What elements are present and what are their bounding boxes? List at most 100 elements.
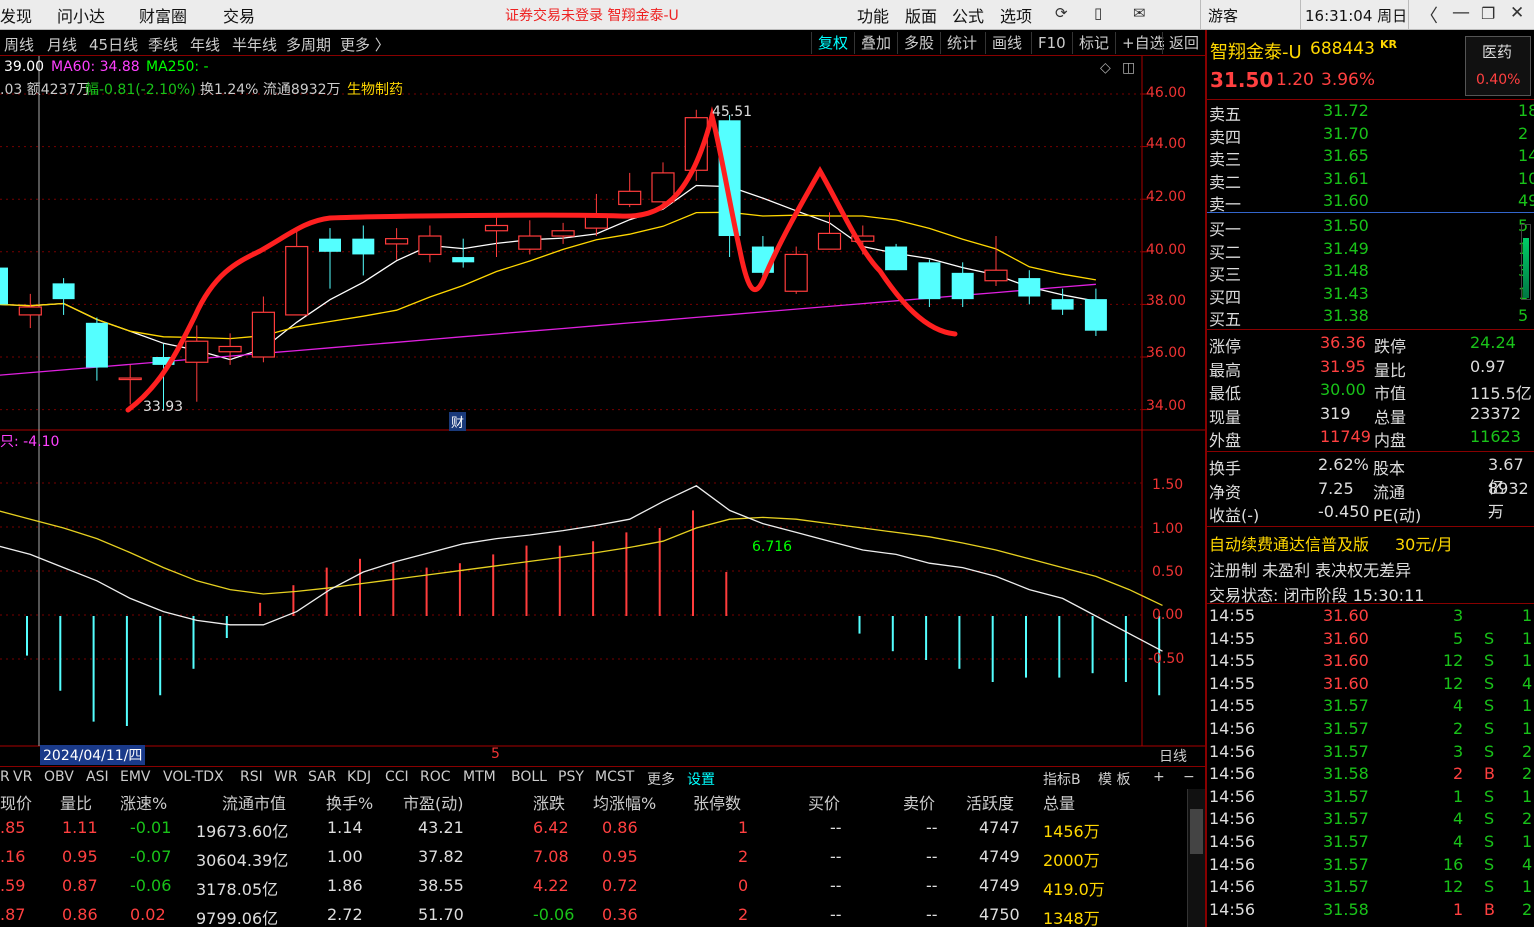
ind-sar[interactable]: SAR <box>308 769 336 785</box>
add-panel-button[interactable]: + <box>1153 769 1165 785</box>
tool-back[interactable]: 返回 <box>1162 32 1205 54</box>
table-header[interactable]: 换手% <box>326 790 373 814</box>
user-label[interactable]: 游客 <box>1208 5 1238 26</box>
menu-discover[interactable]: 发现 <box>0 3 32 27</box>
table-header[interactable]: 活跃度 <box>966 790 1014 814</box>
tool-fuquan[interactable]: 复权 <box>811 32 854 54</box>
remove-panel-button[interactable]: − <box>1183 769 1195 785</box>
ind-roc[interactable]: ROC <box>420 769 451 785</box>
minimize-icon[interactable]: — <box>1452 2 1470 23</box>
ind-settings[interactable]: 设置 <box>687 769 715 789</box>
table-header[interactable]: 总量 <box>1043 790 1075 814</box>
menu-function[interactable]: 功能 <box>857 3 889 27</box>
bid-price[interactable]: 31.43 <box>1323 284 1369 303</box>
refresh-icon[interactable]: ⟳ <box>1055 4 1068 22</box>
period-year[interactable]: 年线 <box>190 34 220 55</box>
sector-box[interactable]: 医药 0.40% <box>1465 36 1531 96</box>
ind-asi[interactable]: ASI <box>86 769 109 785</box>
period-month[interactable]: 月线 <box>47 34 77 55</box>
table-header[interactable]: 卖价 <box>903 790 935 814</box>
table-header[interactable]: 涨跌 <box>533 790 565 814</box>
table-header[interactable]: 均涨幅% <box>593 790 656 814</box>
bid-price[interactable]: 31.49 <box>1323 239 1369 258</box>
tool-f10[interactable]: F10 <box>1031 32 1072 54</box>
ind-boll[interactable]: BOLL <box>511 769 547 785</box>
ask-price[interactable]: 31.60 <box>1323 191 1369 210</box>
tool-draw[interactable]: 画线 <box>985 32 1028 54</box>
tool-multi[interactable]: 多股 <box>897 32 940 54</box>
table-header[interactable]: 涨速% <box>120 790 167 814</box>
tick-count: 1 <box>1522 786 1533 806</box>
ind-rsi[interactable]: RSI <box>240 769 263 785</box>
stat-label: 净资 <box>1209 482 1242 502</box>
menu-formula[interactable]: 公式 <box>952 3 984 27</box>
ask-price[interactable]: 31.61 <box>1323 169 1369 188</box>
ind-vr[interactable]: VR <box>13 769 32 785</box>
ind-vol[interactable]: VOL-TDX <box>163 769 224 785</box>
close-icon[interactable]: ✕ <box>1510 3 1524 23</box>
tick-count: 2 <box>1522 899 1533 919</box>
ind-mcst[interactable]: MCST <box>595 769 634 785</box>
tick-volume: 3 <box>1453 741 1464 761</box>
ask-price[interactable]: 31.70 <box>1323 124 1369 143</box>
period-45day[interactable]: 45日线 <box>89 34 138 55</box>
ask-price[interactable]: 31.65 <box>1323 146 1369 165</box>
template-button[interactable]: 模 板 <box>1098 769 1130 789</box>
period-week[interactable]: 周线 <box>4 34 34 55</box>
menu-options[interactable]: 选项 <box>1000 3 1032 27</box>
tick-side: S <box>1484 809 1495 829</box>
period-halfyear[interactable]: 半年线 <box>232 34 277 55</box>
stat-value: 0.97 <box>1470 356 1506 376</box>
ind-kdj[interactable]: KDJ <box>347 769 371 785</box>
stat-label: 最高 <box>1209 360 1242 380</box>
period-quarter[interactable]: 季线 <box>148 34 178 55</box>
table-header[interactable]: 量比 <box>60 790 92 814</box>
phone-icon[interactable]: ▯ <box>1094 4 1102 22</box>
ind-r[interactable]: R <box>0 769 10 785</box>
bid-price[interactable]: 31.38 <box>1323 306 1369 325</box>
bid-price[interactable]: 31.48 <box>1323 261 1369 280</box>
table-header[interactable]: 现价 <box>0 790 32 814</box>
ind-mtm[interactable]: MTM <box>463 769 496 785</box>
table-cell: 2.72 <box>327 905 363 924</box>
back-icon[interactable]: 〈 <box>1420 2 1438 28</box>
menu-wenxiaoda[interactable]: 问小达 <box>57 3 105 27</box>
price-tick: 40.00 <box>1146 242 1187 258</box>
tool-stats[interactable]: 统计 <box>940 32 983 54</box>
ind-emv[interactable]: EMV <box>120 769 151 785</box>
promo-price[interactable]: 30元/月 <box>1395 531 1453 555</box>
ask-price[interactable]: 31.72 <box>1323 101 1369 120</box>
ind-more[interactable]: 更多 <box>647 769 675 789</box>
menu-trade[interactable]: 交易 <box>223 3 255 27</box>
tick-time: 14:56 <box>1209 719 1256 738</box>
panel-toggle-icon[interactable]: ◫ <box>1122 60 1135 76</box>
daily-label[interactable]: 日线 <box>1159 746 1187 766</box>
table-header[interactable]: 买价 <box>808 790 840 814</box>
stat-label: 换手 <box>1209 459 1242 478</box>
menu-layout[interactable]: 版面 <box>905 3 937 27</box>
ind-cci[interactable]: CCI <box>385 769 409 785</box>
diamond-icon[interactable]: ◇ <box>1100 60 1111 76</box>
ind-psy[interactable]: PSY <box>558 769 584 785</box>
menu-caifuquan[interactable]: 财富圈 <box>139 3 187 27</box>
bid-price[interactable]: 31.50 <box>1323 216 1369 235</box>
table-header[interactable]: 流通市值 <box>222 790 286 814</box>
tool-mark[interactable]: 标记 <box>1072 32 1115 54</box>
period-more[interactable]: 更多 〉 <box>340 34 390 55</box>
restore-icon[interactable]: ❐ <box>1481 4 1495 23</box>
table-header[interactable]: 张停数 <box>693 790 741 814</box>
promo-link[interactable]: 自动续费通达信普及版 <box>1209 531 1369 555</box>
tick-count: 1 <box>1522 832 1533 851</box>
ind-b[interactable]: 指标B <box>1043 769 1081 789</box>
period-multi[interactable]: 多周期 <box>286 34 331 55</box>
ma-value: 39.00 <box>4 59 45 75</box>
table-scrollbar[interactable] <box>1187 789 1205 927</box>
tool-overlay[interactable]: 叠加 <box>854 32 897 54</box>
tick-price: 31.57 <box>1323 741 1369 761</box>
ind-obv[interactable]: OBV <box>44 769 74 785</box>
message-icon[interactable]: ✉ <box>1133 4 1146 22</box>
table-cell: -- <box>830 847 842 866</box>
table-header[interactable]: 市盈(动) <box>403 790 464 814</box>
ind-wr[interactable]: WR <box>274 769 298 785</box>
finance-marker[interactable]: 财 <box>449 412 467 431</box>
